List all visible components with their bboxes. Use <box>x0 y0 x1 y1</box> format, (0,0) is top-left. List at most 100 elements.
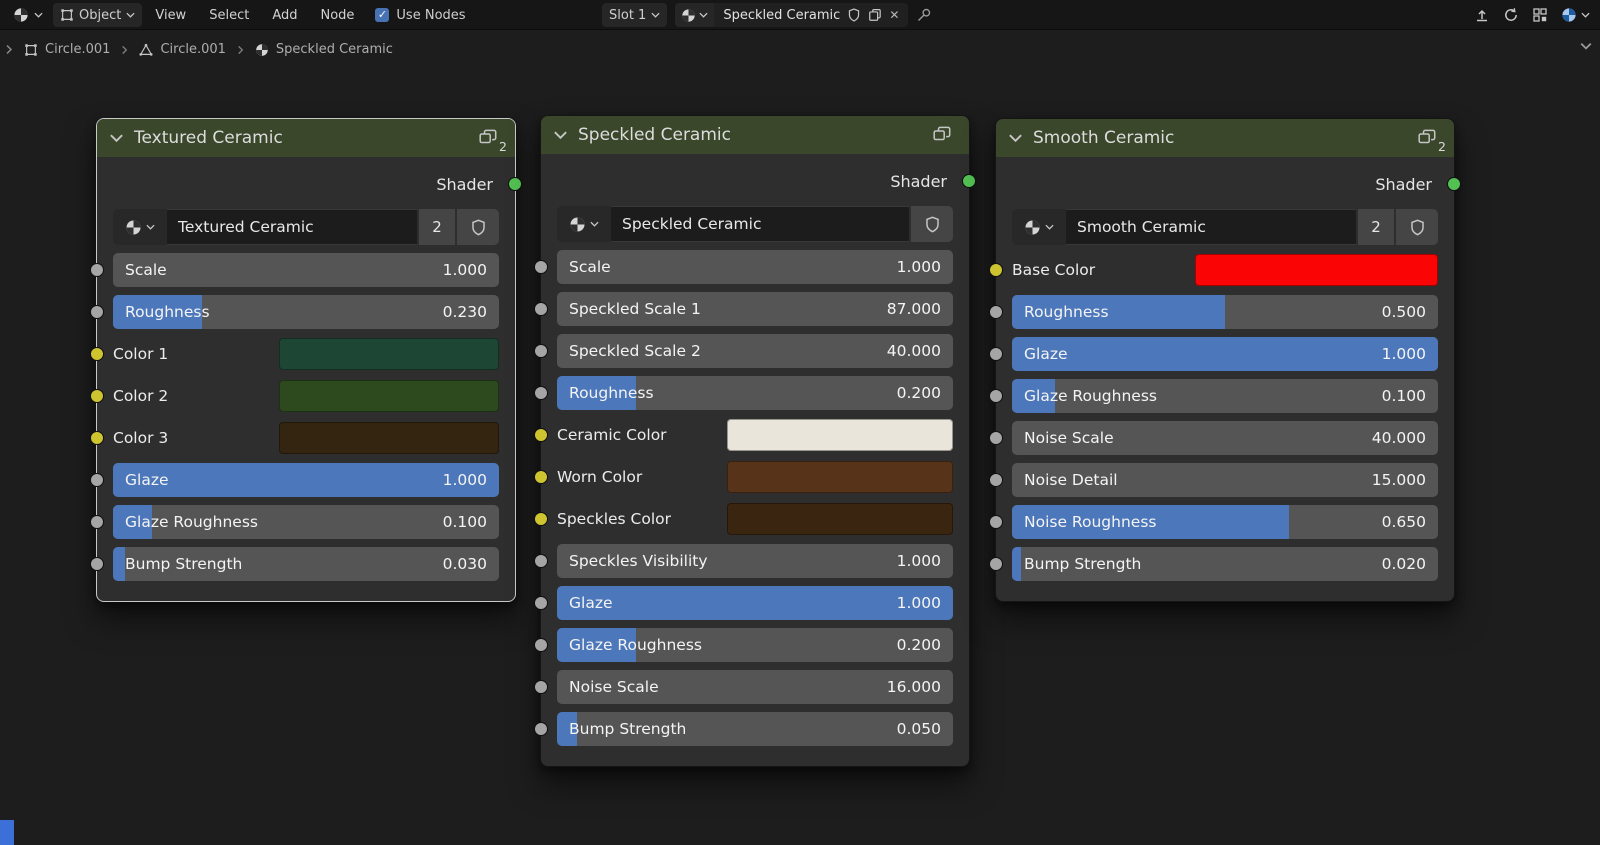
material-preview-dropdown[interactable] <box>1561 7 1590 23</box>
value-field-speckled-scale-1[interactable]: Speckled Scale 187.000 <box>557 292 953 326</box>
slot-dropdown[interactable]: Slot 1 <box>602 3 667 27</box>
value-field-scale[interactable]: Scale1.000 <box>113 253 499 287</box>
material-browse-button[interactable] <box>557 206 611 242</box>
parent-node-tree-icon[interactable] <box>1474 7 1490 23</box>
input-socket-gray[interactable] <box>534 680 548 694</box>
material-browse-button[interactable] <box>675 3 714 27</box>
value-field-noise-scale[interactable]: Noise Scale40.000 <box>1012 421 1438 455</box>
input-socket-gray[interactable] <box>534 260 548 274</box>
slider-noise-roughness[interactable]: Noise Roughness0.650 <box>1012 505 1438 539</box>
material-name-field[interactable]: Textured Ceramic <box>167 209 417 245</box>
material-browse-button[interactable] <box>113 209 167 245</box>
input-socket-gray[interactable] <box>534 722 548 736</box>
slider-roughness[interactable]: Roughness0.230 <box>113 295 499 329</box>
node-smooth-ceramic[interactable]: Smooth Ceramic 2 Shader Smooth Ceramic 2… <box>995 118 1455 602</box>
slider-glaze[interactable]: Glaze1.000 <box>113 463 499 497</box>
input-socket-yellow[interactable] <box>90 347 104 361</box>
input-socket-gray[interactable] <box>534 554 548 568</box>
material-users-count[interactable]: 2 <box>419 209 455 245</box>
input-socket-gray[interactable] <box>534 596 548 610</box>
slider-bump-strength[interactable]: Bump Strength0.020 <box>1012 547 1438 581</box>
input-socket-gray[interactable] <box>989 431 1003 445</box>
node-speckled-ceramic[interactable]: Speckled Ceramic Shader Speckled Ceramic… <box>540 115 970 767</box>
slider-bump-strength[interactable]: Bump Strength0.050 <box>557 712 953 746</box>
slider-glaze-roughness[interactable]: Glaze Roughness0.100 <box>113 505 499 539</box>
value-field-noise-detail[interactable]: Noise Detail15.000 <box>1012 463 1438 497</box>
value-field-speckles-visibility[interactable]: Speckles Visibility1.000 <box>557 544 953 578</box>
input-socket-yellow[interactable] <box>534 428 548 442</box>
pin-icon[interactable] <box>916 7 932 23</box>
fake-user-shield-button[interactable] <box>1396 209 1438 245</box>
use-nodes-checkbox[interactable]: ✓ Use Nodes <box>375 8 465 23</box>
input-socket-gray[interactable] <box>989 389 1003 403</box>
node-header[interactable]: Speckled Ceramic <box>541 116 969 154</box>
input-socket-gray[interactable] <box>534 302 548 316</box>
input-socket-gray[interactable] <box>989 515 1003 529</box>
color-swatch[interactable] <box>727 503 953 535</box>
unlink-material-icon[interactable]: ✕ <box>889 8 899 22</box>
color-swatch[interactable] <box>727 419 953 451</box>
collapse-chevron-icon[interactable] <box>553 130 568 140</box>
shader-output-socket[interactable] <box>962 174 976 188</box>
input-socket-gray[interactable] <box>989 473 1003 487</box>
shader-output-socket[interactable] <box>508 177 522 191</box>
input-socket-gray[interactable] <box>90 557 104 571</box>
input-socket-yellow[interactable] <box>534 470 548 484</box>
material-users-count[interactable]: 2 <box>1358 209 1394 245</box>
shader-type-dropdown[interactable]: Object <box>53 3 142 27</box>
editor-type-button[interactable] <box>6 3 50 27</box>
color-swatch[interactable] <box>279 338 499 370</box>
input-socket-gray[interactable] <box>90 473 104 487</box>
duplicate-material-icon[interactable] <box>868 8 882 22</box>
menu-select[interactable]: Select <box>199 3 259 27</box>
input-socket-gray[interactable] <box>534 344 548 358</box>
value-field-scale[interactable]: Scale1.000 <box>557 250 953 284</box>
collapse-chevron-icon[interactable] <box>109 133 124 143</box>
input-socket-gray[interactable] <box>90 263 104 277</box>
slider-roughness[interactable]: Roughness0.500 <box>1012 295 1438 329</box>
node-textured-ceramic[interactable]: Textured Ceramic 2 Shader Textured Ceram… <box>96 118 516 602</box>
value-field-speckled-scale-2[interactable]: Speckled Scale 240.000 <box>557 334 953 368</box>
material-name-field[interactable]: Smooth Ceramic <box>1066 209 1356 245</box>
collapse-chevron-icon[interactable] <box>1008 133 1023 143</box>
node-header[interactable]: Textured Ceramic 2 <box>97 119 515 157</box>
input-socket-yellow[interactable] <box>90 389 104 403</box>
input-socket-yellow[interactable] <box>90 431 104 445</box>
color-swatch[interactable] <box>279 422 499 454</box>
slider-glaze[interactable]: Glaze1.000 <box>557 586 953 620</box>
input-socket-gray[interactable] <box>90 305 104 319</box>
fake-user-shield-button[interactable] <box>457 209 499 245</box>
input-socket-yellow[interactable] <box>534 512 548 526</box>
value-field-noise-scale[interactable]: Noise Scale16.000 <box>557 670 953 704</box>
shader-output-socket[interactable] <box>1447 177 1461 191</box>
slider-glaze-roughness[interactable]: Glaze Roughness0.100 <box>1012 379 1438 413</box>
input-socket-yellow[interactable] <box>989 263 1003 277</box>
color-swatch[interactable] <box>727 461 953 493</box>
slider-glaze-roughness[interactable]: Glaze Roughness0.200 <box>557 628 953 662</box>
input-socket-gray[interactable] <box>534 386 548 400</box>
menu-view[interactable]: View <box>145 3 196 27</box>
fake-user-shield-icon[interactable] <box>847 8 861 22</box>
breadcrumb-expand-icon[interactable] <box>6 45 13 55</box>
breadcrumb-object[interactable]: Circle.001 <box>24 42 110 57</box>
sidebar-toggle-icon[interactable] <box>1580 42 1592 50</box>
slider-bump-strength[interactable]: Bump Strength0.030 <box>113 547 499 581</box>
slider-roughness[interactable]: Roughness0.200 <box>557 376 953 410</box>
node-header[interactable]: Smooth Ceramic 2 <box>996 119 1454 157</box>
menu-add[interactable]: Add <box>262 3 307 27</box>
color-swatch[interactable] <box>1195 254 1438 286</box>
breadcrumb-mesh-data[interactable]: Circle.001 <box>139 42 225 57</box>
fake-user-shield-button[interactable] <box>911 206 953 242</box>
material-browse-button[interactable] <box>1012 209 1066 245</box>
color-swatch[interactable] <box>279 380 499 412</box>
breadcrumb-material[interactable]: Speckled Ceramic <box>255 42 393 57</box>
input-socket-gray[interactable] <box>989 305 1003 319</box>
slider-glaze[interactable]: Glaze1.000 <box>1012 337 1438 371</box>
input-socket-gray[interactable] <box>90 515 104 529</box>
snap-settings-icon[interactable] <box>1532 7 1548 23</box>
material-name-field[interactable]: Speckled Ceramic <box>611 206 909 242</box>
auto-render-cycle-icon[interactable] <box>1503 7 1519 23</box>
input-socket-gray[interactable] <box>534 638 548 652</box>
input-socket-gray[interactable] <box>989 347 1003 361</box>
material-name-field[interactable]: Speckled Ceramic <box>723 8 840 23</box>
